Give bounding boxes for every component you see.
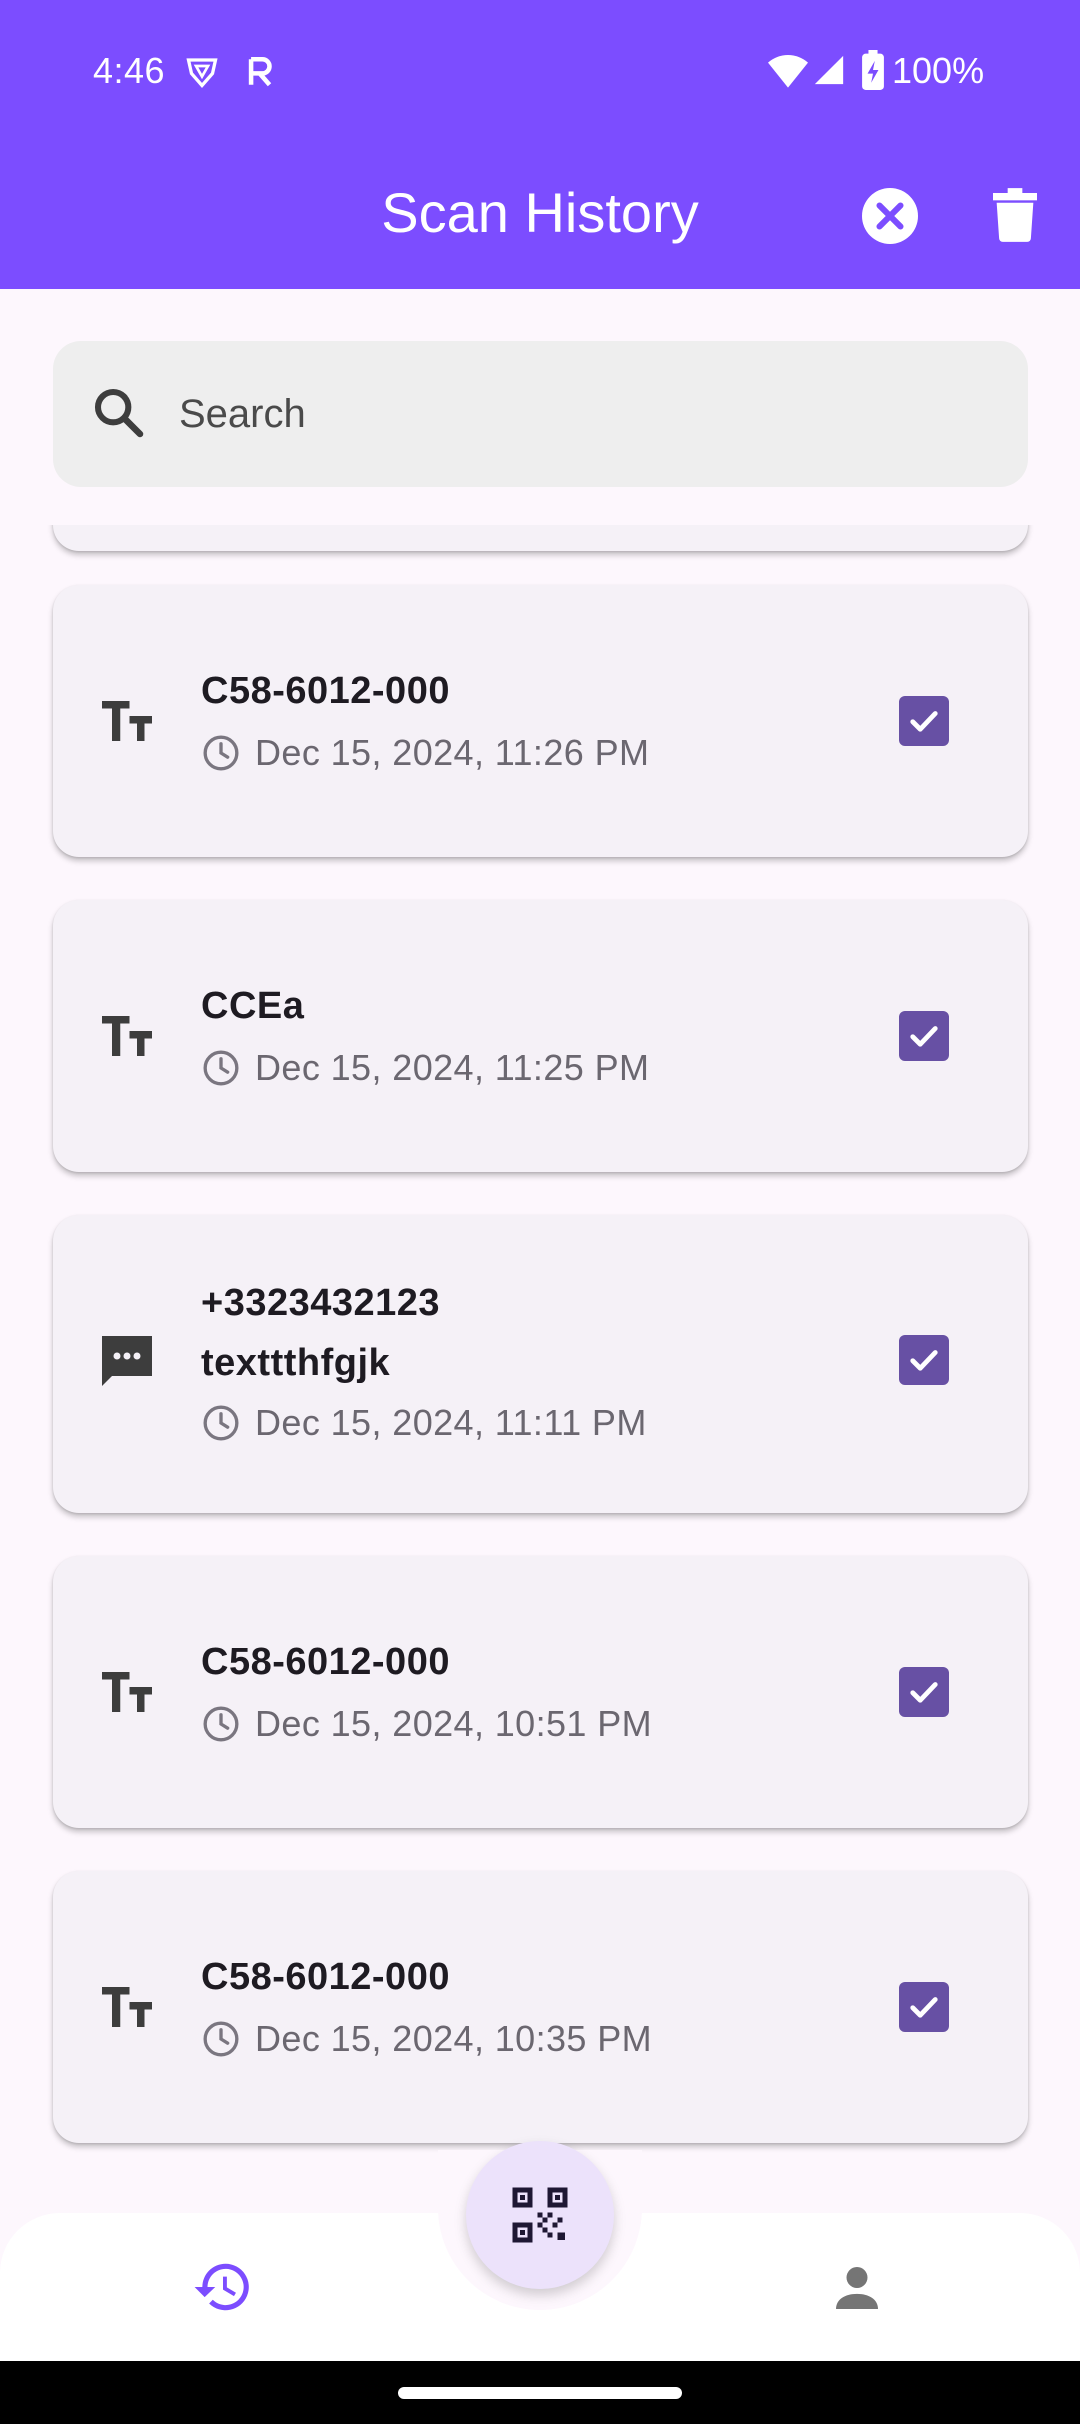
search-bar[interactable]: [53, 341, 1028, 487]
history-card[interactable]: C58-6012-000 Dec 15, 2024, 10:35 PM: [53, 1871, 1028, 2143]
vpn-shield-icon: [186, 58, 218, 89]
qr-code-scanner-icon: [512, 2187, 568, 2243]
checkbox-checked-icon: [910, 711, 938, 732]
history-checkbox[interactable]: [899, 1335, 949, 1385]
history-time: Dec 15, 2024, 10:35 PM: [255, 2018, 653, 2059]
checkbox-checked-icon: [910, 1026, 938, 1047]
battery-charging-icon: [862, 50, 884, 90]
history-time-row: Dec 15, 2024, 11:11 PM: [201, 1401, 647, 1445]
scan-fab-button[interactable]: [466, 2141, 614, 2289]
history-card-partial[interactable]: [53, 525, 1028, 551]
history-card[interactable]: +3323432123 texttthfgjk Dec 15, 2024, 11…: [53, 1215, 1028, 1513]
close-circle-icon[interactable]: [862, 188, 918, 244]
signal-icon: [814, 55, 844, 85]
text-fields-icon: [102, 1987, 152, 2027]
page-title: Scan History: [381, 181, 699, 244]
history-card[interactable]: C58-6012-000 Dec 15, 2024, 11:26 PM: [53, 585, 1028, 857]
text-fields-icon: [102, 701, 152, 741]
status-bar: 4:46 100%: [0, 0, 1080, 140]
history-title: CCEa: [201, 985, 305, 1027]
battery-percentage: 100%: [892, 50, 985, 91]
clock-icon: [203, 735, 239, 771]
history-subtitle: texttthfgjk: [201, 1342, 391, 1384]
text-fields-icon: [102, 1016, 152, 1056]
status-time: 4:46: [93, 50, 166, 91]
clock-icon: [203, 1706, 239, 1742]
app-bar: 4:46 100% Scan History: [0, 0, 1080, 289]
search-input[interactable]: [179, 379, 979, 449]
history-title: C58-6012-000: [201, 670, 450, 712]
history-checkbox[interactable]: [899, 1011, 949, 1061]
wifi-icon: [768, 55, 808, 88]
gesture-handle[interactable]: [398, 2387, 682, 2399]
history-checkbox[interactable]: [899, 1667, 949, 1717]
history-card[interactable]: C58-6012-000 Dec 15, 2024, 10:51 PM: [53, 1556, 1028, 1828]
history-time: Dec 15, 2024, 11:26 PM: [255, 732, 650, 773]
history-card[interactable]: CCEa Dec 15, 2024, 11:25 PM: [53, 900, 1028, 1172]
person-icon[interactable]: [829, 2260, 885, 2316]
history-time-row: Dec 15, 2024, 10:51 PM: [201, 1702, 652, 1746]
checkbox-checked-icon: [910, 1682, 938, 1703]
text-fields-icon: [102, 1672, 152, 1712]
history-time: Dec 15, 2024, 10:51 PM: [255, 1703, 653, 1744]
history-time-row: Dec 15, 2024, 10:35 PM: [201, 2017, 652, 2061]
checkbox-checked-icon: [910, 1350, 938, 1371]
search-icon: [94, 388, 144, 438]
history-time: Dec 15, 2024, 11:25 PM: [255, 1047, 650, 1088]
history-checkbox[interactable]: [899, 696, 949, 746]
clock-icon: [203, 2021, 239, 2057]
history-checkbox[interactable]: [899, 1982, 949, 2032]
sms-icon: [102, 1336, 152, 1386]
clock-icon: [203, 1405, 239, 1441]
history-time-row: Dec 15, 2024, 11:26 PM: [201, 731, 649, 775]
history-title: C58-6012-000: [201, 1956, 450, 1998]
history-time: Dec 15, 2024, 11:11 PM: [255, 1402, 647, 1443]
trash-icon[interactable]: [993, 188, 1037, 242]
history-title: C58-6012-000: [201, 1641, 450, 1683]
history-title: +3323432123: [201, 1282, 441, 1324]
checkbox-checked-icon: [910, 1997, 938, 2018]
history-time-row: Dec 15, 2024, 11:25 PM: [201, 1046, 649, 1090]
history-list[interactable]: C58-6012-000 Dec 15, 2024, 11:26 PM CCEa…: [0, 525, 1080, 2215]
history-icon[interactable]: [190, 2256, 256, 2318]
r-app-icon: [248, 56, 272, 87]
clock-icon: [203, 1050, 239, 1086]
